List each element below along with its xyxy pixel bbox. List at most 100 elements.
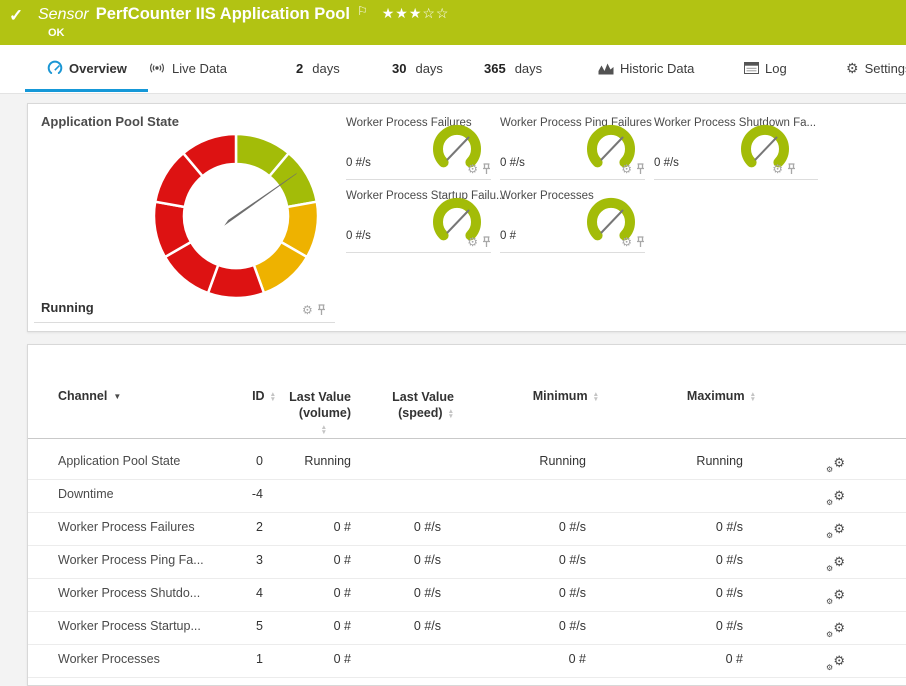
tab-2-days-number: 2 (296, 61, 303, 76)
area-chart-icon (598, 62, 614, 75)
channel-id: 5 (213, 619, 263, 633)
channel-name: Worker Processes (58, 652, 160, 666)
status-ok-check-icon: ✓ (9, 6, 23, 26)
tab-30-days-label: days (415, 61, 442, 76)
page-title: PerfCounter IIS Application Pool (96, 5, 350, 24)
tab-historic-data-label: Historic Data (620, 61, 694, 76)
tab-365-days[interactable]: 365 days (484, 45, 542, 91)
double-gear-icon: ⚙⚙ (826, 458, 845, 475)
gear-icon[interactable]: ⚙ (621, 163, 632, 175)
priority-stars[interactable]: ★★★☆☆ (382, 5, 450, 22)
tab-30-days-number: 30 (392, 61, 406, 76)
tab-30-days[interactable]: 30 days (392, 45, 443, 91)
tab-settings[interactable]: ⚙ Settings (846, 45, 906, 91)
table-row[interactable]: Worker Process Startup... 5 0 # 0 #/s 0 … (28, 611, 906, 645)
channel-id: 1 (213, 652, 263, 666)
last-value-volume: 0 # (271, 619, 351, 633)
last-value-volume: 0 # (271, 586, 351, 600)
double-gear-icon: ⚙⚙ (826, 656, 845, 673)
tab-2-days-label: days (312, 61, 339, 76)
main-gauge-actions: ⚙ (302, 304, 326, 316)
double-gear-icon: ⚙⚙ (826, 491, 845, 508)
live-broadcast-icon (148, 61, 166, 75)
gauges-panel: Application Pool State Running ⚙ Worker … (27, 103, 906, 332)
channel-id: 4 (213, 586, 263, 600)
channel-name: Downtime (58, 487, 114, 501)
maximum-value: 0 #/s (613, 520, 743, 534)
minimum-value: 0 #/s (456, 619, 586, 633)
pin-icon[interactable] (482, 236, 491, 248)
minimum-value: 0 #/s (456, 553, 586, 567)
col-header-last-value-volume[interactable]: Last Value (volume) ▲▼ (271, 389, 351, 437)
col-header-minimum-label: Minimum (533, 389, 588, 403)
maximum-value: 0 #/s (613, 619, 743, 633)
gauge-icon (47, 60, 63, 76)
gauge-cell-worker-process-shutdown-failures: Worker Process Shutdown Fa... 0 #/s ⚙ (654, 114, 818, 180)
gauge-value: 0 #/s (500, 157, 525, 169)
minimum-value: Running (456, 454, 586, 468)
channel-id: 3 (213, 553, 263, 567)
gear-icon[interactable]: ⚙ (621, 236, 632, 248)
table-header: Channel▼ ID▲▼ Last Value (volume) ▲▼ Las… (28, 345, 906, 439)
double-gear-icon: ⚙⚙ (826, 524, 845, 541)
pin-icon[interactable] (787, 163, 796, 175)
double-gear-icon: ⚙⚙ (826, 590, 845, 607)
gear-icon[interactable]: ⚙ (302, 304, 313, 316)
divider (34, 322, 335, 323)
table-row[interactable]: Downtime -4 ⚙⚙ (28, 479, 906, 513)
maximum-value: Running (613, 454, 743, 468)
gear-icon: ⚙ (846, 61, 859, 75)
channel-id: 0 (213, 454, 263, 468)
tab-2-days[interactable]: 2 days (296, 45, 340, 91)
object-kind-label: Sensor (38, 6, 89, 24)
tab-log[interactable]: Log (744, 45, 787, 91)
table-row[interactable]: Worker Process Shutdo... 4 0 # 0 #/s 0 #… (28, 578, 906, 612)
channel-id: 2 (213, 520, 263, 534)
double-gear-icon: ⚙⚙ (826, 557, 845, 574)
last-value-volume: 0 # (271, 520, 351, 534)
gauge-cell-worker-process-ping-failures: Worker Process Ping Failures 0 #/s ⚙ (500, 114, 645, 180)
log-list-icon (744, 62, 759, 74)
gauge-actions: ⚙ (621, 163, 645, 175)
col-header-line1: Last Value (392, 390, 454, 404)
pin-icon[interactable] (317, 304, 326, 316)
col-header-minimum[interactable]: Minimum▲▼ (456, 389, 599, 403)
gear-icon[interactable]: ⚙ (467, 236, 478, 248)
table-row[interactable]: Worker Processes 1 0 # 0 # 0 # ⚙⚙ (28, 644, 906, 678)
active-tab-underline (25, 89, 148, 92)
tab-historic-data[interactable]: Historic Data (598, 45, 694, 91)
gear-icon[interactable]: ⚙ (772, 163, 783, 175)
col-header-channel[interactable]: Channel▼ (58, 389, 121, 403)
col-header-id[interactable]: ID▲▼ (213, 389, 276, 403)
table-row[interactable]: Application Pool State 0 Running Running… (28, 446, 906, 480)
status-badge: OK (48, 27, 65, 39)
channel-name: Application Pool State (58, 454, 180, 468)
col-header-maximum[interactable]: Maximum▲▼ (613, 389, 756, 403)
table-row[interactable]: Worker Process Failures 2 0 # 0 #/s 0 #/… (28, 512, 906, 546)
tab-live-data[interactable]: Live Data (148, 45, 227, 91)
channel-name: Worker Process Startup... (58, 619, 201, 633)
sensor-header: ✓ Sensor PerfCounter IIS Application Poo… (0, 0, 906, 45)
maximum-value: 0 # (613, 652, 743, 666)
sort-desc-icon: ▼ (113, 392, 121, 401)
pin-icon[interactable] (636, 163, 645, 175)
channel-name: Worker Process Failures (58, 520, 195, 534)
gauge-cell-worker-processes: Worker Processes 0 # ⚙ (500, 187, 645, 253)
tab-log-label: Log (765, 61, 787, 76)
channel-table-panel: Channel▼ ID▲▼ Last Value (volume) ▲▼ Las… (27, 344, 906, 686)
pin-icon[interactable] (636, 236, 645, 248)
col-header-id-label: ID (252, 389, 265, 403)
tab-365-days-number: 365 (484, 61, 506, 76)
flag-icon[interactable]: ⚐ (357, 4, 368, 18)
gear-icon[interactable]: ⚙ (467, 163, 478, 175)
minimum-value: 0 #/s (456, 520, 586, 534)
gauge-value: 0 # (500, 230, 516, 242)
col-header-last-value-speed[interactable]: Last Value (speed)▲▼ (361, 389, 454, 421)
tab-overview[interactable]: Overview (47, 45, 127, 91)
gauge-actions: ⚙ (467, 163, 491, 175)
gauge-actions: ⚙ (621, 236, 645, 248)
application-pool-state-gauge (152, 132, 320, 300)
pin-icon[interactable] (482, 163, 491, 175)
table-row[interactable]: Worker Process Ping Fa... 3 0 # 0 #/s 0 … (28, 545, 906, 579)
last-value-volume: 0 # (271, 553, 351, 567)
